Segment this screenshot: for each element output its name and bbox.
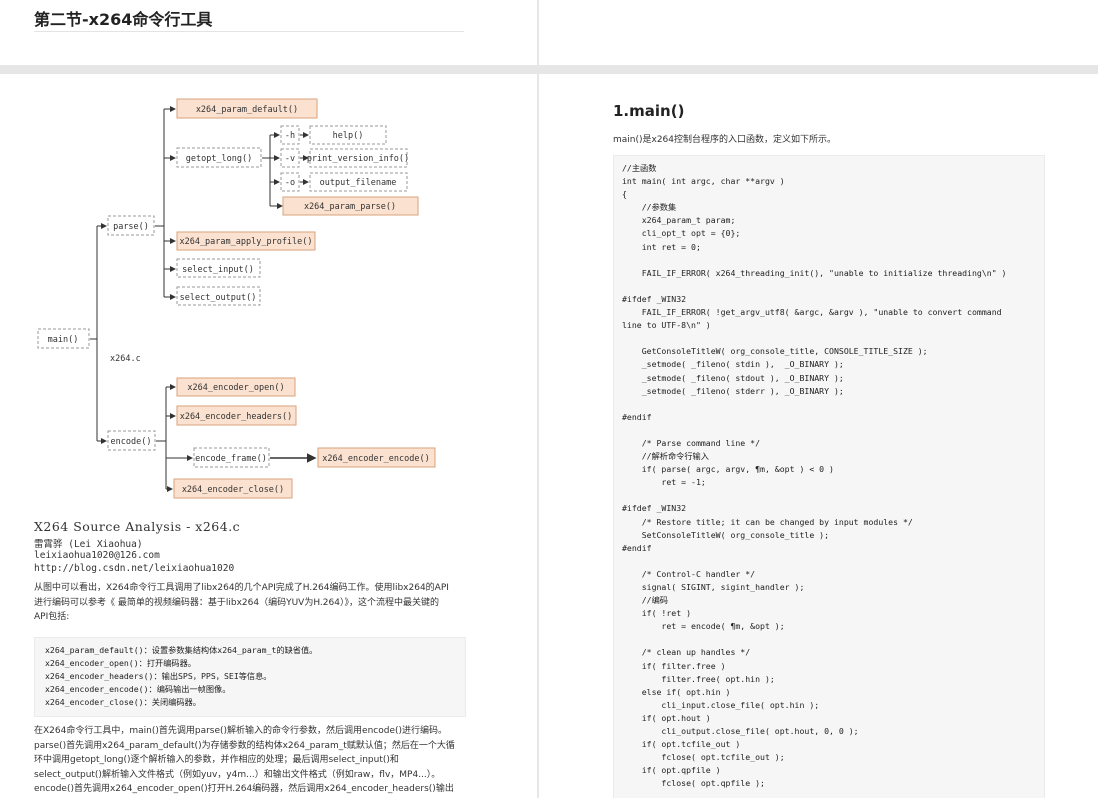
code-line: if( opt.hout ) xyxy=(622,712,711,723)
code-line: if( filter.free ) xyxy=(622,660,726,671)
diagram-caption-url: http://blog.csdn.net/leixiaohua1020 xyxy=(34,563,235,574)
node-opt-o: -o xyxy=(285,178,295,188)
code-line: int main( int argc, char **argv ) xyxy=(622,176,785,187)
code-line: #endif xyxy=(622,411,652,422)
call-flow-diagram: x264_param_default() x264_param_parse() … xyxy=(37,98,436,499)
node-x264-param-apply-profile: x264_param_apply_profile() xyxy=(179,237,312,247)
node-encode: encode() xyxy=(111,437,152,447)
paragraph-line: 从图中可以看出，X264命令行工具调用了libx264的几个API完成了H.26… xyxy=(34,583,449,593)
node-opt-h: -h xyxy=(285,131,295,141)
node-x264-encoder-close: x264_encoder_close() xyxy=(182,485,284,495)
code-line: line to UTF-8\n" ) xyxy=(622,320,711,331)
code-line: if( parse( argc, argv, ¶m, &opt ) < 0 ) xyxy=(622,464,834,475)
paragraph-line: parse()首先调用x264_param_default()为存储参数的结构体… xyxy=(34,740,455,751)
page-top-left: 第二节-x264命令行工具 xyxy=(0,0,537,65)
paragraph-line: select_output()解析输入文件格式（例如yuv，y4m...）和输出… xyxy=(34,769,441,780)
code-line: x264_encoder_close()：关闭编码器。 xyxy=(45,697,201,707)
code-line: /* Restore title; it can be changed by i… xyxy=(622,516,913,527)
code-line: #ifdef _WIN32 xyxy=(622,293,687,304)
node-print-version-info: print_version_info() xyxy=(307,154,409,164)
code-line: #ifdef _WIN32 xyxy=(622,503,687,514)
code-line: if( opt.tcfile_out ) xyxy=(622,739,741,750)
code-line: #endif xyxy=(622,542,652,553)
title-divider xyxy=(34,31,464,32)
code-line: x264_encoder_open()：打开编码器。 xyxy=(45,658,196,668)
paragraph-line: 环中调用getopt_long()逐个解析输入的参数，并作相应的处理；最后调用s… xyxy=(34,755,399,765)
node-x264c-label: x264.c xyxy=(110,354,141,364)
code-line: FAIL_IF_ERROR( !get_argv_utf8( &argc, &a… xyxy=(622,307,1002,318)
code-line: filter.free( opt.hin ); xyxy=(622,673,775,684)
code-line: x264_encoder_encode()：编码输出一帧图像。 xyxy=(45,684,231,694)
code-line: x264_param_t param; xyxy=(622,215,736,226)
code-line: x264_param_default()：设置参数集结构体x264_param_… xyxy=(45,645,318,655)
node-x264-param-default: x264_param_default() xyxy=(196,105,298,115)
page-top-right xyxy=(539,0,1098,65)
node-x264-encoder-open: x264_encoder_open() xyxy=(187,383,284,393)
code-line: x264_encoder_headers()：输出SPS，PPS，SEI等信息。 xyxy=(45,671,272,681)
node-x264-param-parse: x264_param_parse() xyxy=(304,202,396,212)
section-heading-main: 1.main() xyxy=(613,102,685,120)
node-encode-frame: encode_frame() xyxy=(195,454,267,464)
code-line: SetConsoleTitleW( org_console_title ); xyxy=(622,529,830,540)
code-line: //编码 xyxy=(622,595,668,606)
code-line: _setmode( _fileno( stdin ), _O_BINARY ); xyxy=(622,359,844,370)
code-line: //解析命令行输入 xyxy=(622,451,709,462)
node-opt-v: -v xyxy=(285,154,295,164)
code-line: cli_output.close_file( opt.hout, 0, 0 ); xyxy=(622,726,859,737)
code-line: if( opt.qpfile ) xyxy=(622,765,721,776)
node-x264-encoder-encode: x264_encoder_encode() xyxy=(322,454,429,464)
code-line: ret = encode( ¶m, &opt ); xyxy=(622,621,785,632)
code-line: GetConsoleTitleW( org_console_title, CON… xyxy=(622,346,928,357)
diagram-caption-author: 雷霄骅 (Lei Xiaohua) xyxy=(34,539,143,550)
paragraph-intro: 从图中可以看出，X264命令行工具调用了libx264的几个API完成了H.26… xyxy=(34,581,466,625)
main-intro-text: main()是x264控制台程序的入口函数，定义如下所示。 xyxy=(613,135,837,145)
paragraph-line: API包括: xyxy=(34,612,70,622)
paragraph-line: 进行编码可以参考《 最简单的视频编码器：基于libx264（编码YUV为H.26… xyxy=(34,597,439,608)
paragraph-line: encode()首先调用x264_encoder_open()打开H.264编码… xyxy=(34,784,454,794)
main-code-block[interactable]: //主函数 int main( int argc, char **argv ){ … xyxy=(613,155,1045,798)
section-title: 第二节-x264命令行工具 xyxy=(34,10,213,29)
code-line: FAIL_IF_ERROR( x264_threading_init(), "u… xyxy=(622,267,1007,278)
code-line: fclose( opt.tcfile_out ); xyxy=(622,752,785,763)
node-x264-encoder-headers: x264_encoder_headers() xyxy=(180,412,293,422)
paragraph-line: 在X264命令行工具中，main()首先调用parse()解析输入的命令行参数，… xyxy=(34,726,447,736)
code-line: /* Control-C handler */ xyxy=(622,568,756,579)
paragraph-flow: 在X264命令行工具中，main()首先调用parse()解析输入的命令行参数，… xyxy=(34,724,466,797)
code-line: //主函数 xyxy=(622,163,657,173)
code-line: signal( SIGINT, sigint_handler ); xyxy=(622,582,805,592)
page-right[interactable]: 1.main() main()是x264控制台程序的入口函数，定义如下所示。 /… xyxy=(539,74,1098,798)
code-line: ret = -1; xyxy=(622,477,706,488)
code-line: fclose( opt.qpfile ); xyxy=(622,778,765,789)
diagram-caption-title: X264 Source Analysis - x264.c xyxy=(34,519,241,534)
code-line: cli_input.close_file( opt.hin ); xyxy=(622,699,820,710)
node-select-output: select_output() xyxy=(180,293,257,303)
node-output-filename: output_filename xyxy=(320,178,397,188)
code-line: cli_opt_t opt = {0}; xyxy=(622,228,741,239)
page-left[interactable]: x264_param_default() x264_param_parse() … xyxy=(0,74,537,798)
code-line: else if( opt.hin ) xyxy=(622,686,731,697)
node-getopt-long: getopt_long() xyxy=(186,154,253,164)
code-line: { xyxy=(622,189,627,200)
code-line: if( !ret ) xyxy=(622,608,692,619)
node-parse: parse() xyxy=(113,222,149,232)
node-main: main() xyxy=(48,335,79,345)
node-select-input: select_input() xyxy=(182,265,254,275)
code-line: /* Parse command line */ xyxy=(622,437,761,448)
code-line: _setmode( _fileno( stdout ), _O_BINARY )… xyxy=(622,372,844,383)
code-line: _setmode( _fileno( stderr ), _O_BINARY )… xyxy=(622,385,844,396)
code-line: int ret = 0; xyxy=(622,241,701,252)
code-line: /* clean up handles */ xyxy=(622,647,751,658)
api-list-code-block[interactable]: x264_param_default()：设置参数集结构体x264_param_… xyxy=(34,637,466,717)
code-line: //参数集 xyxy=(622,202,677,213)
diagram-caption-email: leixiaohua1020@126.com xyxy=(34,550,160,561)
node-help: help() xyxy=(333,131,364,141)
